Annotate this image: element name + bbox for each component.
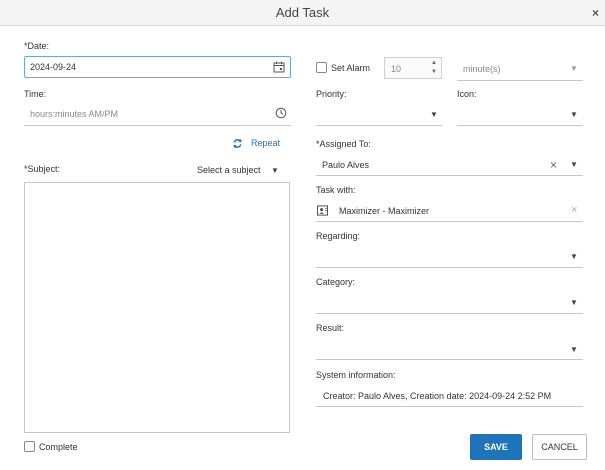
cancel-button[interactable]: CANCEL bbox=[532, 434, 587, 460]
alarm-stepper[interactable]: 10 ▲ ▼ bbox=[384, 57, 442, 79]
assigned-to-value[interactable]: Paulo Alves bbox=[322, 160, 369, 170]
stepper-down-icon[interactable]: ▼ bbox=[431, 69, 437, 75]
chevron-down-icon[interactable]: ▼ bbox=[570, 345, 578, 354]
assigned-to-label: *Assigned To: bbox=[316, 139, 371, 149]
contact-card-icon bbox=[317, 205, 328, 216]
complete-checkbox[interactable] bbox=[24, 441, 35, 452]
category-label: Category: bbox=[316, 277, 356, 287]
time-label: Time: bbox=[24, 89, 47, 99]
chevron-down-icon[interactable]: ▼ bbox=[570, 298, 578, 307]
stepper-up-icon[interactable]: ▲ bbox=[431, 60, 437, 66]
add-task-dialog: Add Task × *Date: 2024-09-24 Time: hours… bbox=[0, 0, 605, 470]
system-information-label: System information: bbox=[316, 370, 396, 380]
save-button[interactable]: SAVE bbox=[470, 434, 522, 460]
dialog-title: Add Task bbox=[275, 5, 330, 20]
complete-label: Complete bbox=[39, 442, 78, 452]
refresh-icon[interactable] bbox=[232, 138, 243, 149]
date-label: *Date: bbox=[24, 41, 50, 51]
system-information-underline bbox=[316, 406, 583, 407]
remove-icon[interactable]: × bbox=[571, 204, 577, 216]
chevron-down-icon[interactable]: ▼ bbox=[430, 110, 438, 119]
date-value: 2024-09-24 bbox=[30, 62, 77, 72]
set-alarm-label: Set Alarm bbox=[331, 63, 371, 73]
chevron-down-icon[interactable]: ▼ bbox=[570, 64, 578, 73]
icon-underline bbox=[457, 125, 583, 126]
system-information-value: Creator: Paulo Alves, Creation date: 202… bbox=[323, 391, 552, 401]
dialog-titlebar: Add Task × bbox=[0, 0, 605, 26]
result-underline bbox=[316, 359, 583, 360]
chevron-down-icon[interactable]: ▼ bbox=[570, 252, 578, 261]
priority-label: Priority: bbox=[316, 89, 347, 99]
date-input[interactable]: 2024-09-24 bbox=[24, 56, 291, 78]
chevron-down-icon[interactable]: ▼ bbox=[570, 110, 578, 119]
priority-underline bbox=[316, 125, 442, 126]
calendar-icon[interactable] bbox=[273, 61, 285, 73]
regarding-label: Regarding: bbox=[316, 231, 361, 241]
alarm-unit-underline bbox=[457, 80, 583, 81]
clock-icon[interactable] bbox=[275, 107, 287, 119]
regarding-underline bbox=[316, 267, 583, 268]
task-with-label: Task with: bbox=[316, 185, 356, 195]
subject-label: *Subject: bbox=[24, 164, 61, 174]
chevron-down-icon[interactable]: ▼ bbox=[570, 160, 578, 169]
category-underline bbox=[316, 313, 583, 314]
subject-select[interactable]: Select a subject bbox=[197, 165, 261, 175]
assigned-to-underline bbox=[316, 175, 583, 176]
subject-textarea[interactable] bbox=[24, 182, 290, 433]
time-input[interactable]: hours:minutes AM/PM bbox=[30, 109, 118, 119]
task-with-underline bbox=[316, 221, 583, 222]
chevron-down-icon[interactable]: ▼ bbox=[271, 166, 279, 175]
clear-icon[interactable]: × bbox=[550, 158, 557, 172]
result-label: Result: bbox=[316, 323, 345, 333]
alarm-unit-select[interactable]: minute(s) bbox=[463, 64, 501, 74]
set-alarm-checkbox[interactable] bbox=[316, 62, 327, 73]
close-icon[interactable]: × bbox=[592, 6, 599, 20]
task-with-value[interactable]: Maximizer - Maximizer bbox=[339, 206, 429, 216]
repeat-link[interactable]: Repeat bbox=[251, 138, 280, 148]
icon-label: Icon: bbox=[457, 89, 477, 99]
time-underline bbox=[24, 125, 291, 126]
alarm-stepper-value: 10 bbox=[391, 64, 402, 74]
